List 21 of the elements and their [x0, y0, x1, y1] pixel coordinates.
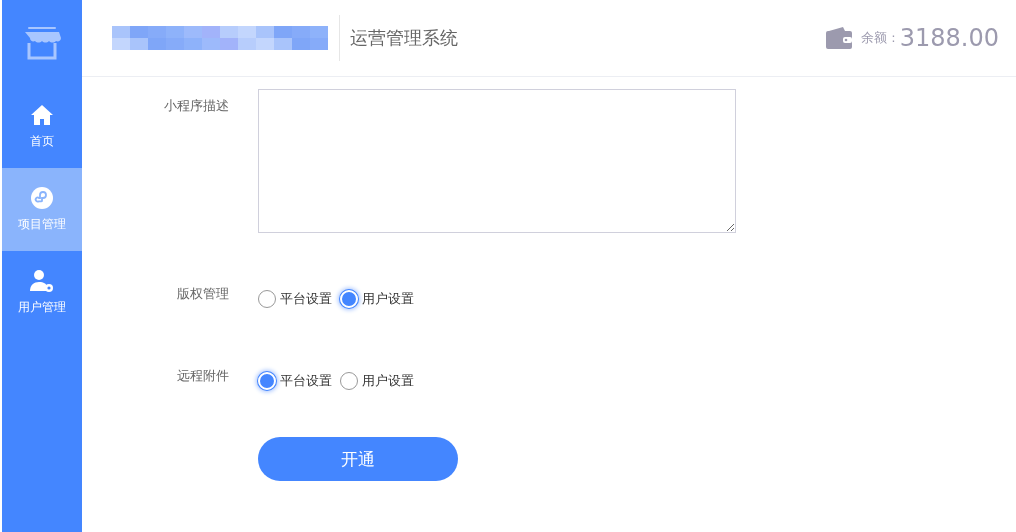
balance-label: 余额 :: [861, 29, 896, 47]
link-icon: [29, 186, 55, 210]
home-icon: [29, 103, 55, 127]
radio-label: 用户设置: [362, 290, 414, 308]
submit-button[interactable]: 开通: [258, 437, 458, 481]
radio-button[interactable]: [258, 290, 276, 308]
field-label: 远程附件: [176, 367, 229, 385]
store-icon: [22, 25, 62, 60]
field-label: 版权管理: [176, 285, 229, 303]
field-label: 小程序描述: [163, 97, 229, 115]
app-title: 运营管理系统: [350, 26, 458, 50]
radio-button[interactable]: [340, 372, 358, 390]
radio-label: 平台设置: [280, 290, 332, 308]
sidebar-item[interactable]: 项目管理: [2, 168, 82, 251]
radio-label: 平台设置: [280, 372, 332, 390]
sidebar-item[interactable]: 用户管理: [2, 251, 82, 334]
user-gear-icon: [29, 269, 55, 293]
balance-amount: 3188.00: [899, 24, 999, 52]
sidebar-item[interactable]: 首页: [2, 85, 82, 168]
radio-label: 用户设置: [362, 372, 414, 390]
wallet-icon: [826, 27, 853, 49]
